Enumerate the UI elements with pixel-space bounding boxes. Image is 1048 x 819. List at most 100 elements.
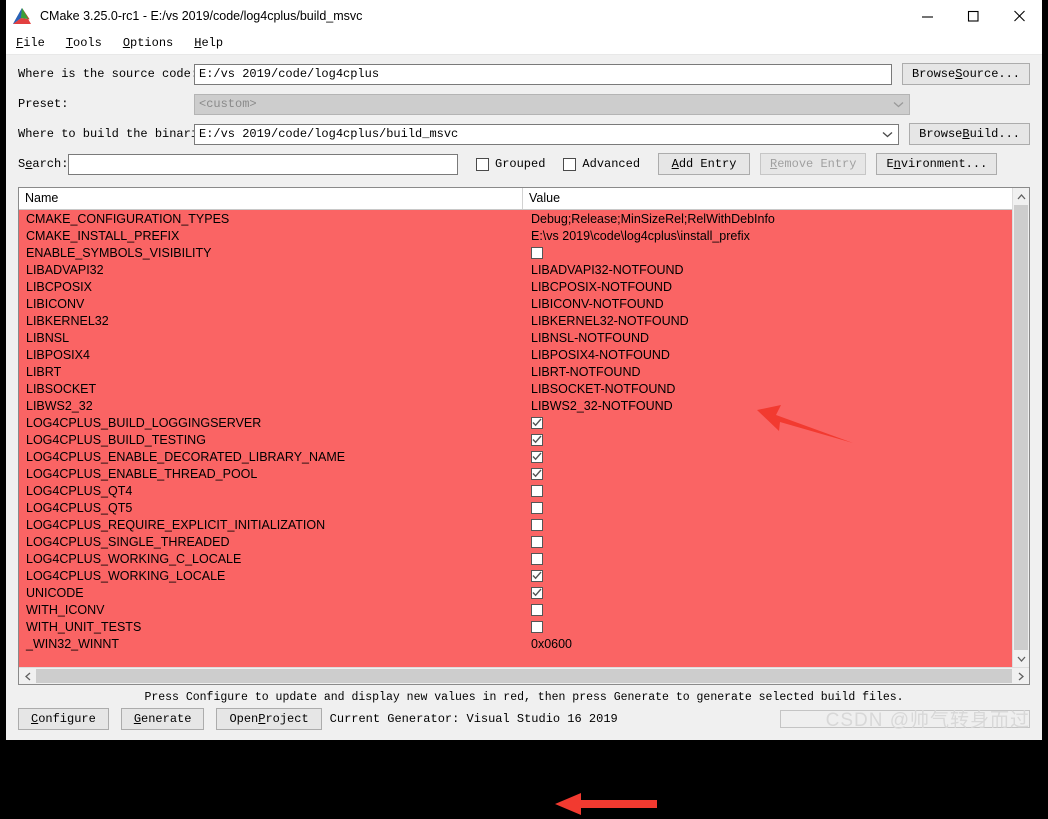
table-row[interactable]: LIBADVAPI32 LIBADVAPI32-NOTFOUND (19, 261, 1012, 278)
build-input[interactable]: E:/vs 2019/code/log4cplus/build_msvc (194, 123, 900, 145)
checkbox-unchecked-icon[interactable] (531, 603, 543, 616)
vertical-scroll-thumb[interactable] (1014, 205, 1028, 650)
cache-entry-name: LOG4CPLUS_SINGLE_THREADED (26, 534, 230, 549)
cache-entry-value[interactable] (523, 246, 1012, 259)
table-row[interactable]: LOG4CPLUS_QT4 (19, 482, 1012, 499)
checkbox-checked-icon[interactable] (531, 467, 543, 480)
add-entry-button[interactable]: Add Entry (658, 153, 751, 175)
menu-options[interactable]: Options (123, 34, 184, 52)
cache-entry-value[interactable]: LIBADVAPI32-NOTFOUND (523, 263, 1012, 277)
cache-entry-value[interactable] (523, 535, 1012, 548)
table-row[interactable]: LOG4CPLUS_ENABLE_DECORATED_LIBRARY_NAME (19, 448, 1012, 465)
table-row[interactable]: LIBICONV LIBICONV-NOTFOUND (19, 295, 1012, 312)
environment-button[interactable]: En vironment... (876, 153, 998, 175)
cache-entry-value[interactable] (523, 433, 1012, 446)
column-header-name[interactable]: Name (19, 188, 523, 209)
menu-tools[interactable]: Tools (66, 34, 113, 52)
checkbox-unchecked-icon[interactable] (531, 620, 543, 633)
menu-file[interactable]: File (16, 34, 56, 52)
table-row[interactable]: _WIN32_WINNT 0x0600 (19, 635, 1012, 652)
table-row[interactable]: WITH_UNIT_TESTS (19, 618, 1012, 635)
cache-entry-value[interactable] (523, 586, 1012, 599)
table-row[interactable]: LOG4CPLUS_BUILD_TESTING (19, 431, 1012, 448)
cache-entry-value[interactable] (523, 467, 1012, 480)
table-row[interactable]: ENABLE_SYMBOLS_VISIBILITY (19, 244, 1012, 261)
vertical-scrollbar[interactable] (1012, 188, 1029, 667)
cache-entry-value[interactable]: LIBICONV-NOTFOUND (523, 297, 1012, 311)
cache-entry-value[interactable]: LIBSOCKET-NOTFOUND (523, 382, 1012, 396)
menu-help[interactable]: Help (194, 34, 234, 52)
horizontal-scrollbar[interactable] (19, 667, 1029, 684)
browse-build-button[interactable]: Browse Build... (909, 123, 1030, 145)
table-row[interactable]: LIBKERNEL32 LIBKERNEL32-NOTFOUND (19, 312, 1012, 329)
table-row[interactable]: LIBPOSIX4 LIBPOSIX4-NOTFOUND (19, 346, 1012, 363)
cache-entry-value[interactable] (523, 416, 1012, 429)
cache-entry-value[interactable]: LIBWS2_32-NOTFOUND (523, 399, 1012, 413)
table-row[interactable]: LIBNSL LIBNSL-NOTFOUND (19, 329, 1012, 346)
scroll-left-icon[interactable] (19, 668, 36, 684)
grouped-checkbox[interactable]: Grouped (476, 157, 545, 171)
scroll-down-icon[interactable] (1013, 650, 1029, 667)
table-row[interactable]: LOG4CPLUS_QT5 (19, 499, 1012, 516)
cache-entry-value[interactable] (523, 552, 1012, 565)
checkbox-unchecked-icon[interactable] (531, 484, 543, 497)
table-row[interactable]: LIBWS2_32 LIBWS2_32-NOTFOUND (19, 397, 1012, 414)
advanced-checkbox[interactable]: Advanced (563, 157, 640, 171)
minimize-icon[interactable] (904, 0, 950, 32)
table-row[interactable]: LIBRT LIBRT-NOTFOUND (19, 363, 1012, 380)
cache-entry-value[interactable] (523, 569, 1012, 582)
cache-entry-value[interactable] (523, 501, 1012, 514)
table-row[interactable]: CMAKE_CONFIGURATION_TYPES Debug;Release;M… (19, 210, 1012, 227)
table-row[interactable]: UNICODE (19, 584, 1012, 601)
checkbox-unchecked-icon[interactable] (531, 501, 543, 514)
cache-entry-value[interactable] (523, 620, 1012, 633)
checkbox-checked-icon[interactable] (531, 416, 543, 429)
table-row[interactable]: LIBSOCKET LIBSOCKET-NOTFOUND (19, 380, 1012, 397)
table-row[interactable]: LOG4CPLUS_REQUIRE_EXPLICIT_INITIALIZATIO… (19, 516, 1012, 533)
checkbox-unchecked-icon[interactable] (531, 535, 543, 548)
table-row[interactable]: LOG4CPLUS_SINGLE_THREADED (19, 533, 1012, 550)
source-input[interactable]: E:/vs 2019/code/log4cplus (194, 63, 892, 85)
checkbox-checked-icon[interactable] (531, 569, 543, 582)
cache-entry-value[interactable] (523, 518, 1012, 531)
configure-button[interactable]: Configure (18, 708, 109, 730)
checkbox-checked-icon[interactable] (531, 586, 543, 599)
checkbox-unchecked-icon[interactable] (531, 552, 543, 565)
cache-entry-value[interactable]: LIBNSL-NOTFOUND (523, 331, 1012, 345)
table-row[interactable]: LOG4CPLUS_ENABLE_THREAD_POOL (19, 465, 1012, 482)
table-row[interactable]: LOG4CPLUS_WORKING_C_LOCALE (19, 550, 1012, 567)
open-project-button[interactable]: Open Project (216, 708, 322, 730)
cache-entry-value[interactable] (523, 484, 1012, 497)
checkbox-unchecked-icon[interactable] (531, 518, 543, 531)
cache-entry-value[interactable]: LIBCPOSIX-NOTFOUND (523, 280, 1012, 294)
cache-entry-value[interactable]: LIBRT-NOTFOUND (523, 365, 1012, 379)
cache-entry-value[interactable]: E:\vs 2019\code\log4cplus\install_prefix (523, 229, 1012, 243)
table-row[interactable]: WITH_ICONV (19, 601, 1012, 618)
checkbox-unchecked-icon[interactable] (531, 246, 543, 259)
preset-combo[interactable]: <custom> (194, 93, 910, 115)
horizontal-scroll-thumb[interactable] (36, 669, 1012, 683)
preset-value: <custom> (194, 93, 910, 115)
scroll-right-icon[interactable] (1012, 668, 1029, 684)
cache-entry-value[interactable] (523, 603, 1012, 616)
checkbox-checked-icon[interactable] (531, 450, 543, 463)
maximize-icon[interactable] (950, 0, 996, 32)
cache-entry-value[interactable]: 0x0600 (523, 637, 1012, 651)
cache-entry-value[interactable]: Debug;Release;MinSizeRel;RelWithDebInfo (523, 212, 1012, 226)
cache-entry-value[interactable]: LIBKERNEL32-NOTFOUND (523, 314, 1012, 328)
cache-entry-name: LOG4CPLUS_ENABLE_THREAD_POOL (26, 466, 258, 481)
cache-entry-value[interactable]: LIBPOSIX4-NOTFOUND (523, 348, 1012, 362)
column-header-value[interactable]: Value (523, 188, 1012, 209)
table-row[interactable]: LOG4CPLUS_WORKING_LOCALE (19, 567, 1012, 584)
table-row[interactable]: LOG4CPLUS_BUILD_LOGGINGSERVER (19, 414, 1012, 431)
search-input[interactable] (68, 153, 458, 175)
scroll-up-icon[interactable] (1013, 188, 1029, 205)
table-row[interactable]: LIBCPOSIX LIBCPOSIX-NOTFOUND (19, 278, 1012, 295)
table-row[interactable]: CMAKE_INSTALL_PREFIX E:\vs 2019\code\log4… (19, 227, 1012, 244)
close-icon[interactable] (996, 0, 1042, 32)
generate-button[interactable]: Generate (120, 708, 205, 730)
checkbox-checked-icon[interactable] (531, 433, 543, 446)
browse-source-button[interactable]: Browse Source... (901, 63, 1030, 85)
build-combo[interactable]: E:/vs 2019/code/log4cplus/build_msvc (194, 123, 900, 145)
cache-entry-value[interactable] (523, 450, 1012, 463)
